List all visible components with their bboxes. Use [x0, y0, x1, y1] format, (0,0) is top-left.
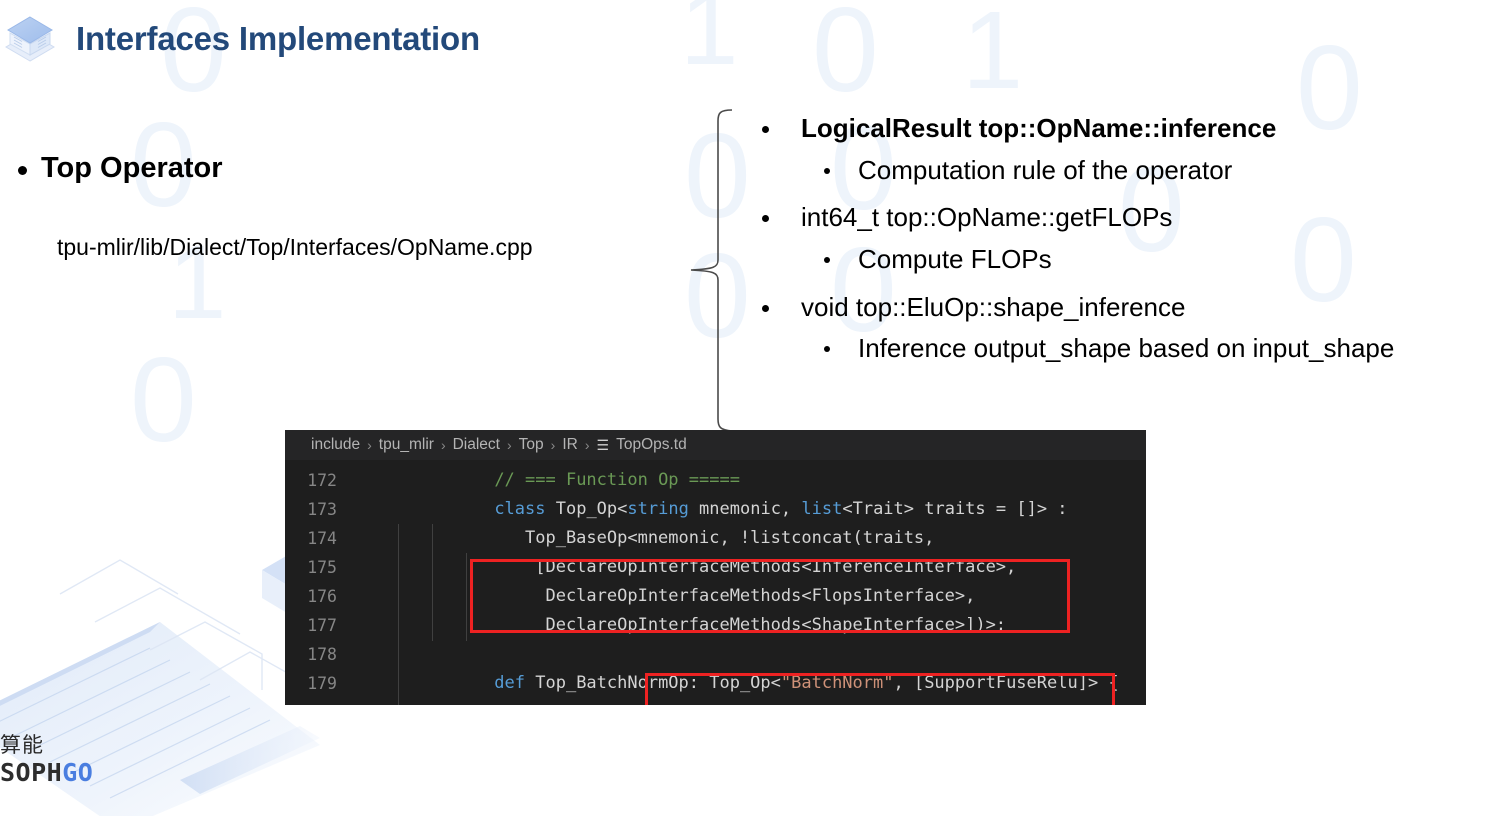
- background-binary-3: 0: [130, 333, 197, 467]
- bullet-dot-icon: [824, 167, 830, 174]
- code-editor-panel: include › tpu_mlir › Dialect › Top › IR …: [285, 430, 1146, 705]
- line-number: 178: [307, 645, 337, 664]
- list-item-label: Inference output_shape based on input_sh…: [858, 333, 1395, 364]
- list-item-label: Compute FLOPs: [858, 244, 1052, 275]
- list-item-label: void top::EluOp::shape_inference: [801, 291, 1186, 322]
- code-line-content: def Top_BatchNormOp: Top_Op<"BatchNorm",…: [453, 673, 1119, 693]
- logo-wordmark-go: GO: [62, 758, 94, 787]
- isometric-box-icon: [5, 16, 55, 62]
- left-content-column: Top Operator tpu-mlir/lib/Dialect/Top/In…: [0, 150, 700, 261]
- list-item: LogicalResult top::OpName::inference: [762, 110, 1486, 148]
- bullet-dot-icon: [762, 215, 769, 223]
- list-item-label: LogicalResult top::OpName::inference: [801, 113, 1277, 143]
- code-lines-container[interactable]: 172 // === Function Op ===== 173 class T…: [285, 460, 1146, 705]
- right-content-column: LogicalResult top::OpName::inference Com…: [762, 110, 1486, 378]
- logo-wordmark: SOPHGO: [0, 760, 130, 785]
- bullet-dot-icon: [824, 257, 830, 264]
- line-number: 173: [307, 500, 337, 519]
- slide-canvas: 0 0 1 0 1 0 0 1 0 0 0 0 0 0 Interfaces I…: [0, 0, 1486, 816]
- code-line[interactable]: 179 def Top_BatchNormOp: Top_Op<"BatchNo…: [285, 669, 1146, 698]
- page-title: Interfaces Implementation: [76, 20, 480, 57]
- bullet-dot-icon: [762, 304, 769, 312]
- line-number: 175: [307, 558, 337, 577]
- list-item: void top::EluOp::shape_inference: [762, 289, 1486, 327]
- logo-wordmark-soph: SOPH: [0, 758, 63, 787]
- background-binary-5: 0: [812, 0, 879, 117]
- line-number: 179: [307, 674, 337, 693]
- list-item-label: Computation rule of the operator: [858, 154, 1233, 185]
- list-item: Inference output_shape based on input_sh…: [762, 330, 1486, 368]
- line-number: 174: [307, 529, 337, 548]
- bullet-dot-icon: [18, 166, 27, 175]
- list-item: Compute FLOPs: [762, 241, 1486, 279]
- line-number: 176: [307, 587, 337, 606]
- slide-header: Interfaces Implementation: [0, 8, 480, 70]
- list-item: int64_t top::OpName::getFLOPs: [762, 199, 1486, 237]
- logo-chinese-text: 算能: [0, 733, 44, 757]
- bullet-dot-icon: [762, 126, 769, 133]
- list-item-label: int64_t top::OpName::getFLOPs: [801, 202, 1173, 233]
- background-binary-7: 1: [962, 0, 1024, 112]
- list-item: Computation rule of the operator: [762, 152, 1486, 190]
- background-binary-4: 1: [680, 0, 739, 87]
- file-path-text: tpu-mlir/lib/Dialect/Top/Interfaces/OpNa…: [57, 234, 533, 261]
- top-operator-bullet: Top Operator: [0, 150, 700, 186]
- sophgo-logo: 算能 SOPHGO: [0, 735, 130, 793]
- top-operator-label: Top Operator: [41, 152, 223, 184]
- bullet-dot-icon: [824, 346, 830, 353]
- line-number: 172: [307, 471, 337, 490]
- line-number: 177: [307, 616, 337, 635]
